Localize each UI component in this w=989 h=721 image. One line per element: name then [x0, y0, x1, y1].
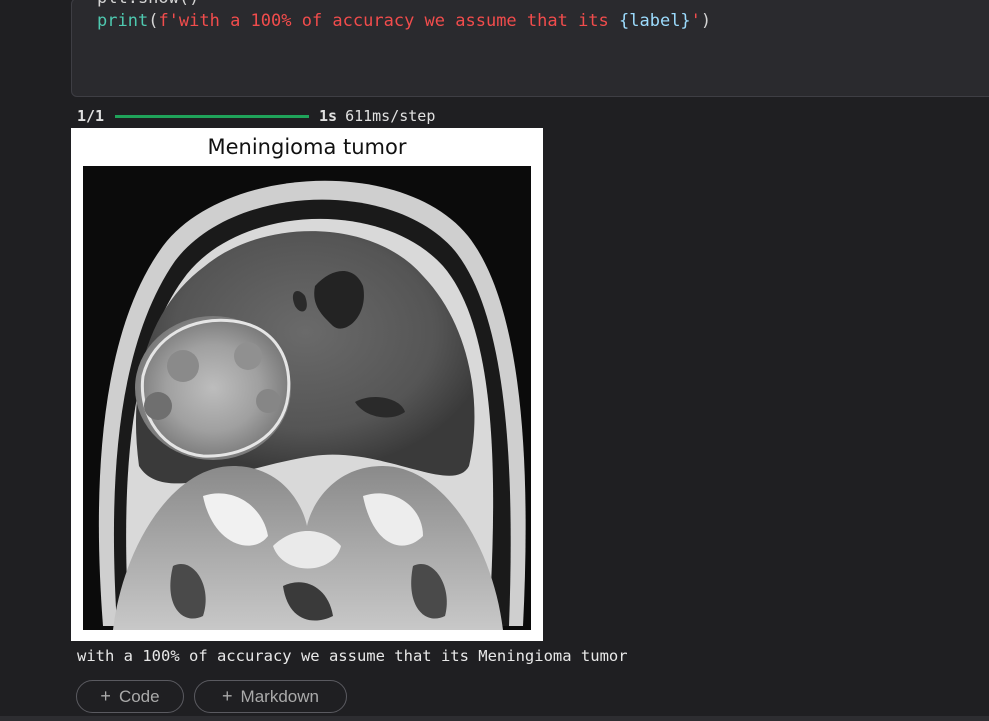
code-print-prefix: f'with a 100% of accuracy we assume that… [158, 11, 620, 31]
figure-title: Meningioma tumor [207, 135, 407, 159]
add-code-cell-button[interactable]: + Code [76, 680, 184, 713]
code-print-close: ) [700, 11, 712, 31]
mri-illustration [83, 166, 531, 630]
progress-count: 1/1 [77, 107, 105, 125]
mri-image [83, 166, 531, 630]
code-prev-text: plt.show() [97, 0, 199, 8]
bottom-divider [0, 716, 989, 721]
code-line-prev: plt.show() [97, 0, 199, 9]
progress-bar [115, 114, 309, 118]
output-figure: Meningioma tumor [71, 128, 543, 641]
progress-row: 1/1 1s 611ms/step [77, 106, 435, 126]
plus-icon: + [222, 686, 233, 706]
code-print-open: ( [148, 11, 159, 31]
code-print-var: {label} [619, 11, 691, 31]
plus-icon: + [100, 686, 111, 706]
add-markdown-cell-button[interactable]: + Markdown [194, 680, 347, 713]
code-cell[interactable]: plt.show() print(f'with a 100% of accura… [71, 0, 989, 97]
code-line-print: print(f'with a 100% of accuracy we assum… [97, 10, 711, 32]
progress-step: 611ms/step [345, 107, 436, 125]
code-print-suffix: ' [690, 11, 701, 31]
progress-time: 1s [319, 107, 338, 125]
code-print-func: print [97, 11, 149, 31]
print-output: with a 100% of accuracy we assume that i… [77, 647, 628, 665]
add-code-label: Code [118, 686, 160, 706]
add-markdown-label: Markdown [240, 686, 319, 706]
